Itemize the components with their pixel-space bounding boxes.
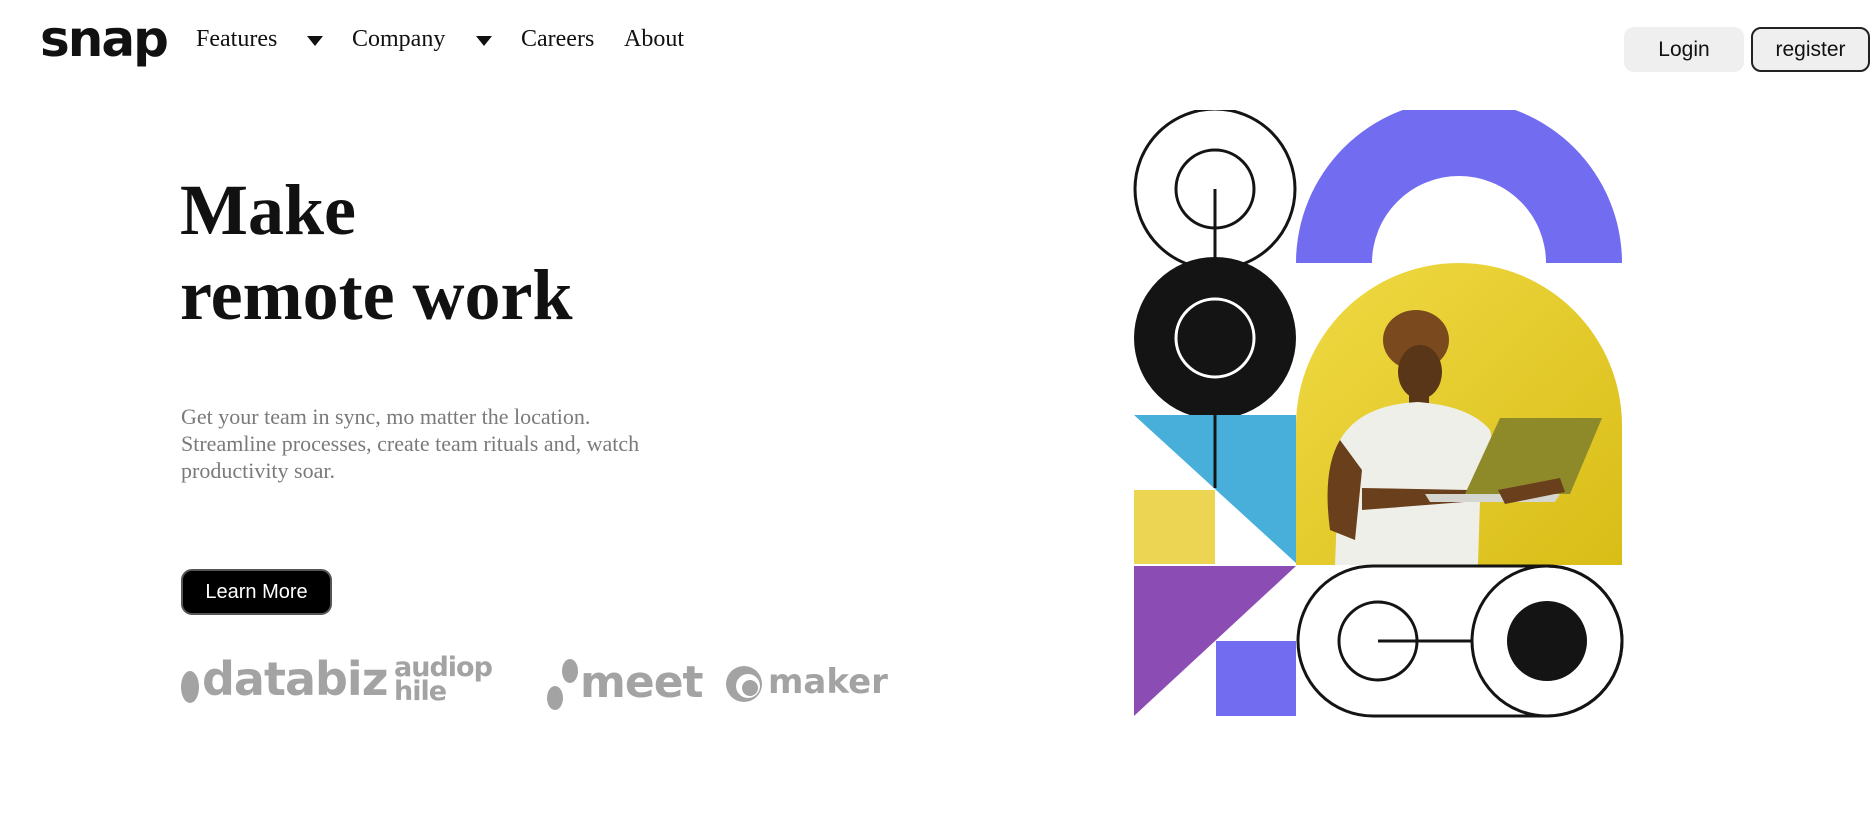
nav-about[interactable]: About	[624, 26, 684, 53]
client-name: databiz	[202, 652, 388, 706]
geometric-hero-illustration	[1133, 100, 1624, 718]
client-name: meet	[580, 656, 704, 708]
hero-description: Get your team in sync, mo matter the loc…	[181, 404, 640, 483]
meet-logo: meet	[546, 652, 704, 712]
nav-company[interactable]: Company	[352, 26, 445, 53]
hero-title-line2: remote work	[180, 255, 573, 335]
databiz-logo: databiz	[180, 652, 388, 706]
meet-icon	[547, 659, 578, 710]
chevron-down-icon[interactable]	[476, 36, 492, 46]
client-name: audiophile	[394, 652, 493, 707]
hero-title: Make remote work	[180, 168, 573, 338]
client-name: maker	[768, 662, 888, 702]
nav-careers[interactable]: Careers	[521, 26, 594, 53]
snap-logo[interactable]: snap	[40, 14, 169, 64]
maker-logo: maker	[724, 652, 888, 712]
databiz-dot-icon	[181, 671, 199, 703]
login-button[interactable]: Login	[1624, 27, 1744, 72]
maker-icon	[726, 666, 762, 702]
learn-more-button[interactable]: Learn More	[181, 569, 332, 615]
hero-title-line1: Make	[180, 170, 356, 250]
nav-features[interactable]: Features	[196, 26, 277, 53]
audiophile-logo: audiophile	[394, 652, 504, 707]
hero-illustration	[1130, 100, 1630, 725]
chevron-down-icon[interactable]	[307, 36, 323, 46]
register-button[interactable]: register	[1751, 27, 1870, 72]
